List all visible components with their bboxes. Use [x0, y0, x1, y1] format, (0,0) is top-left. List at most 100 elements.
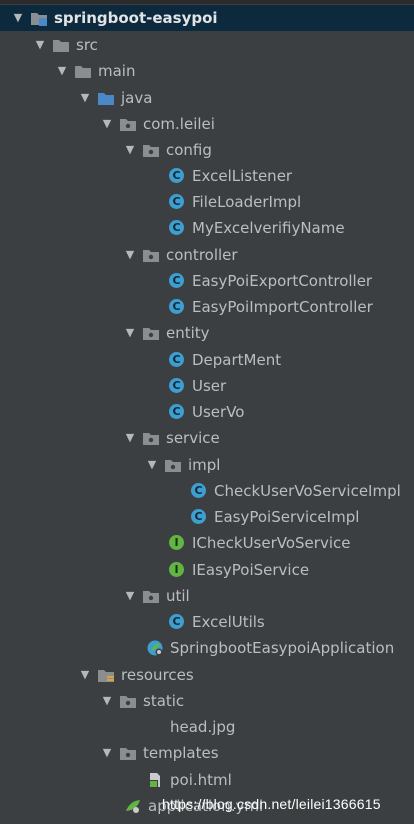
class-icon: C: [190, 508, 208, 526]
class-label: MyExcelverifiyName: [192, 219, 345, 237]
package-icon: [142, 141, 160, 159]
tree-node-class[interactable]: C FileLoaderImpl: [168, 189, 301, 215]
folder-icon: [52, 36, 70, 54]
tree-node-entity[interactable]: ▼ entity: [124, 320, 210, 346]
expand-arrow-icon[interactable]: ▼: [79, 662, 91, 688]
tree-node-interface[interactable]: I IEasyPoiService: [168, 557, 309, 583]
expand-arrow-icon[interactable]: ▼: [124, 425, 136, 451]
class-icon: C: [168, 167, 186, 185]
expand-arrow-icon[interactable]: ▼: [124, 583, 136, 609]
class-icon: C: [168, 193, 186, 211]
source-folder-icon: [97, 89, 115, 107]
expand-arrow-icon[interactable]: ▼: [124, 320, 136, 346]
package-icon: [142, 246, 160, 264]
tree-node-templates[interactable]: ▼ templates: [101, 740, 219, 766]
tree-node-interface[interactable]: I ICheckUserVoService: [168, 530, 350, 556]
package-label: controller: [166, 246, 238, 264]
package-icon: [142, 587, 160, 605]
tree-node-class[interactable]: C MyExcelverifiyName: [168, 215, 345, 241]
interface-label: IEasyPoiService: [192, 561, 310, 579]
tree-node-controller[interactable]: ▼ controller: [124, 242, 238, 268]
tree-node-class[interactable]: C UserVo: [168, 399, 244, 425]
class-label: DepartMent: [192, 351, 282, 369]
class-icon: C: [168, 403, 186, 421]
class-icon: C: [168, 613, 186, 631]
package-label: impl: [188, 456, 221, 474]
package-label: com.leilei: [143, 115, 215, 133]
tree-node-application-class[interactable]: SpringbootEasypoiApplication: [146, 635, 394, 661]
tree-node-java[interactable]: ▼ java: [79, 85, 153, 111]
folder-icon: [74, 62, 92, 80]
class-icon: C: [168, 272, 186, 290]
expand-arrow-icon[interactable]: ▼: [146, 452, 158, 478]
tree-node-class[interactable]: C EasyPoiServiceImpl: [190, 504, 359, 530]
project-module-icon: [30, 9, 48, 27]
folder-label: static: [143, 692, 185, 710]
interface-icon: I: [168, 534, 186, 552]
image-file-icon: [146, 718, 164, 736]
expand-arrow-icon[interactable]: ▼: [12, 5, 24, 31]
tree-node-class[interactable]: C DepartMent: [168, 347, 281, 373]
tree-node-impl[interactable]: ▼ impl: [146, 452, 221, 478]
yml-config-file-icon: [124, 797, 142, 815]
tree-node-class[interactable]: C ExcelListener: [168, 163, 292, 189]
class-label: ExcelListener: [192, 167, 293, 185]
package-icon: [119, 692, 137, 710]
expand-arrow-icon[interactable]: ▼: [124, 137, 136, 163]
class-icon: C: [190, 482, 208, 500]
class-label: UserVo: [192, 403, 245, 421]
interface-icon: I: [168, 561, 186, 579]
folder-label: resources: [121, 666, 194, 684]
class-label: ExcelUtils: [192, 613, 265, 631]
expand-arrow-icon[interactable]: ▼: [101, 740, 113, 766]
html-file-icon: [146, 771, 164, 789]
class-label: FileLoaderImpl: [192, 193, 302, 211]
class-icon: C: [168, 377, 186, 395]
tree-node-config[interactable]: ▼ config: [124, 137, 212, 163]
tree-node-class[interactable]: C EasyPoiExportController: [168, 268, 372, 294]
file-label: poi.html: [170, 771, 232, 789]
package-label: config: [166, 141, 212, 159]
tree-node-class[interactable]: C CheckUserVoServiceImpl: [190, 478, 401, 504]
class-label: EasyPoiServiceImpl: [214, 508, 360, 526]
expand-arrow-icon[interactable]: ▼: [124, 242, 136, 268]
tree-node-class[interactable]: C ExcelUtils: [168, 609, 265, 635]
tree-node-file[interactable]: head.jpg: [146, 714, 235, 740]
tree-node-resources[interactable]: ▼ resources: [79, 662, 194, 688]
package-icon: [142, 429, 160, 447]
tree-node-main[interactable]: ▼ main: [56, 58, 136, 84]
expand-arrow-icon[interactable]: ▼: [79, 85, 91, 111]
class-label: EasyPoiImportController: [192, 298, 373, 316]
class-icon: C: [168, 219, 186, 237]
package-icon: [119, 744, 137, 762]
tree-node-class[interactable]: C EasyPoiImportController: [168, 294, 373, 320]
package-label: util: [166, 587, 190, 605]
file-label: head.jpg: [170, 718, 236, 736]
folder-label: src: [76, 36, 98, 54]
project-name: springboot-easypoi: [54, 9, 218, 27]
tree-node-util[interactable]: ▼ util: [124, 583, 190, 609]
tree-node-file[interactable]: poi.html: [146, 767, 232, 793]
tree-node-package[interactable]: ▼ com.leilei: [101, 111, 215, 137]
package-label: service: [166, 429, 220, 447]
package-icon: [119, 115, 137, 133]
tree-node-class[interactable]: C User: [168, 373, 226, 399]
interface-label: ICheckUserVoService: [192, 534, 351, 552]
expand-arrow-icon[interactable]: ▼: [101, 688, 113, 714]
class-label: User: [192, 377, 227, 395]
class-label: EasyPoiExportController: [192, 272, 373, 290]
package-icon: [164, 456, 182, 474]
class-icon: C: [168, 298, 186, 316]
spring-boot-class-icon: [146, 639, 164, 657]
top-edge-strip: [0, 0, 414, 4]
expand-arrow-icon[interactable]: ▼: [34, 32, 46, 58]
package-icon: [142, 324, 160, 342]
class-label: CheckUserVoServiceImpl: [214, 482, 401, 500]
tree-node-service[interactable]: ▼ service: [124, 425, 220, 451]
tree-node-src[interactable]: ▼ src: [34, 32, 98, 58]
tree-node-static[interactable]: ▼ static: [101, 688, 184, 714]
watermark-text: https://blog.csdn.net/leilei1366615: [162, 796, 381, 812]
expand-arrow-icon[interactable]: ▼: [101, 111, 113, 137]
expand-arrow-icon[interactable]: ▼: [56, 58, 68, 84]
tree-node-project[interactable]: ▼ springboot-easypoi: [12, 5, 218, 31]
